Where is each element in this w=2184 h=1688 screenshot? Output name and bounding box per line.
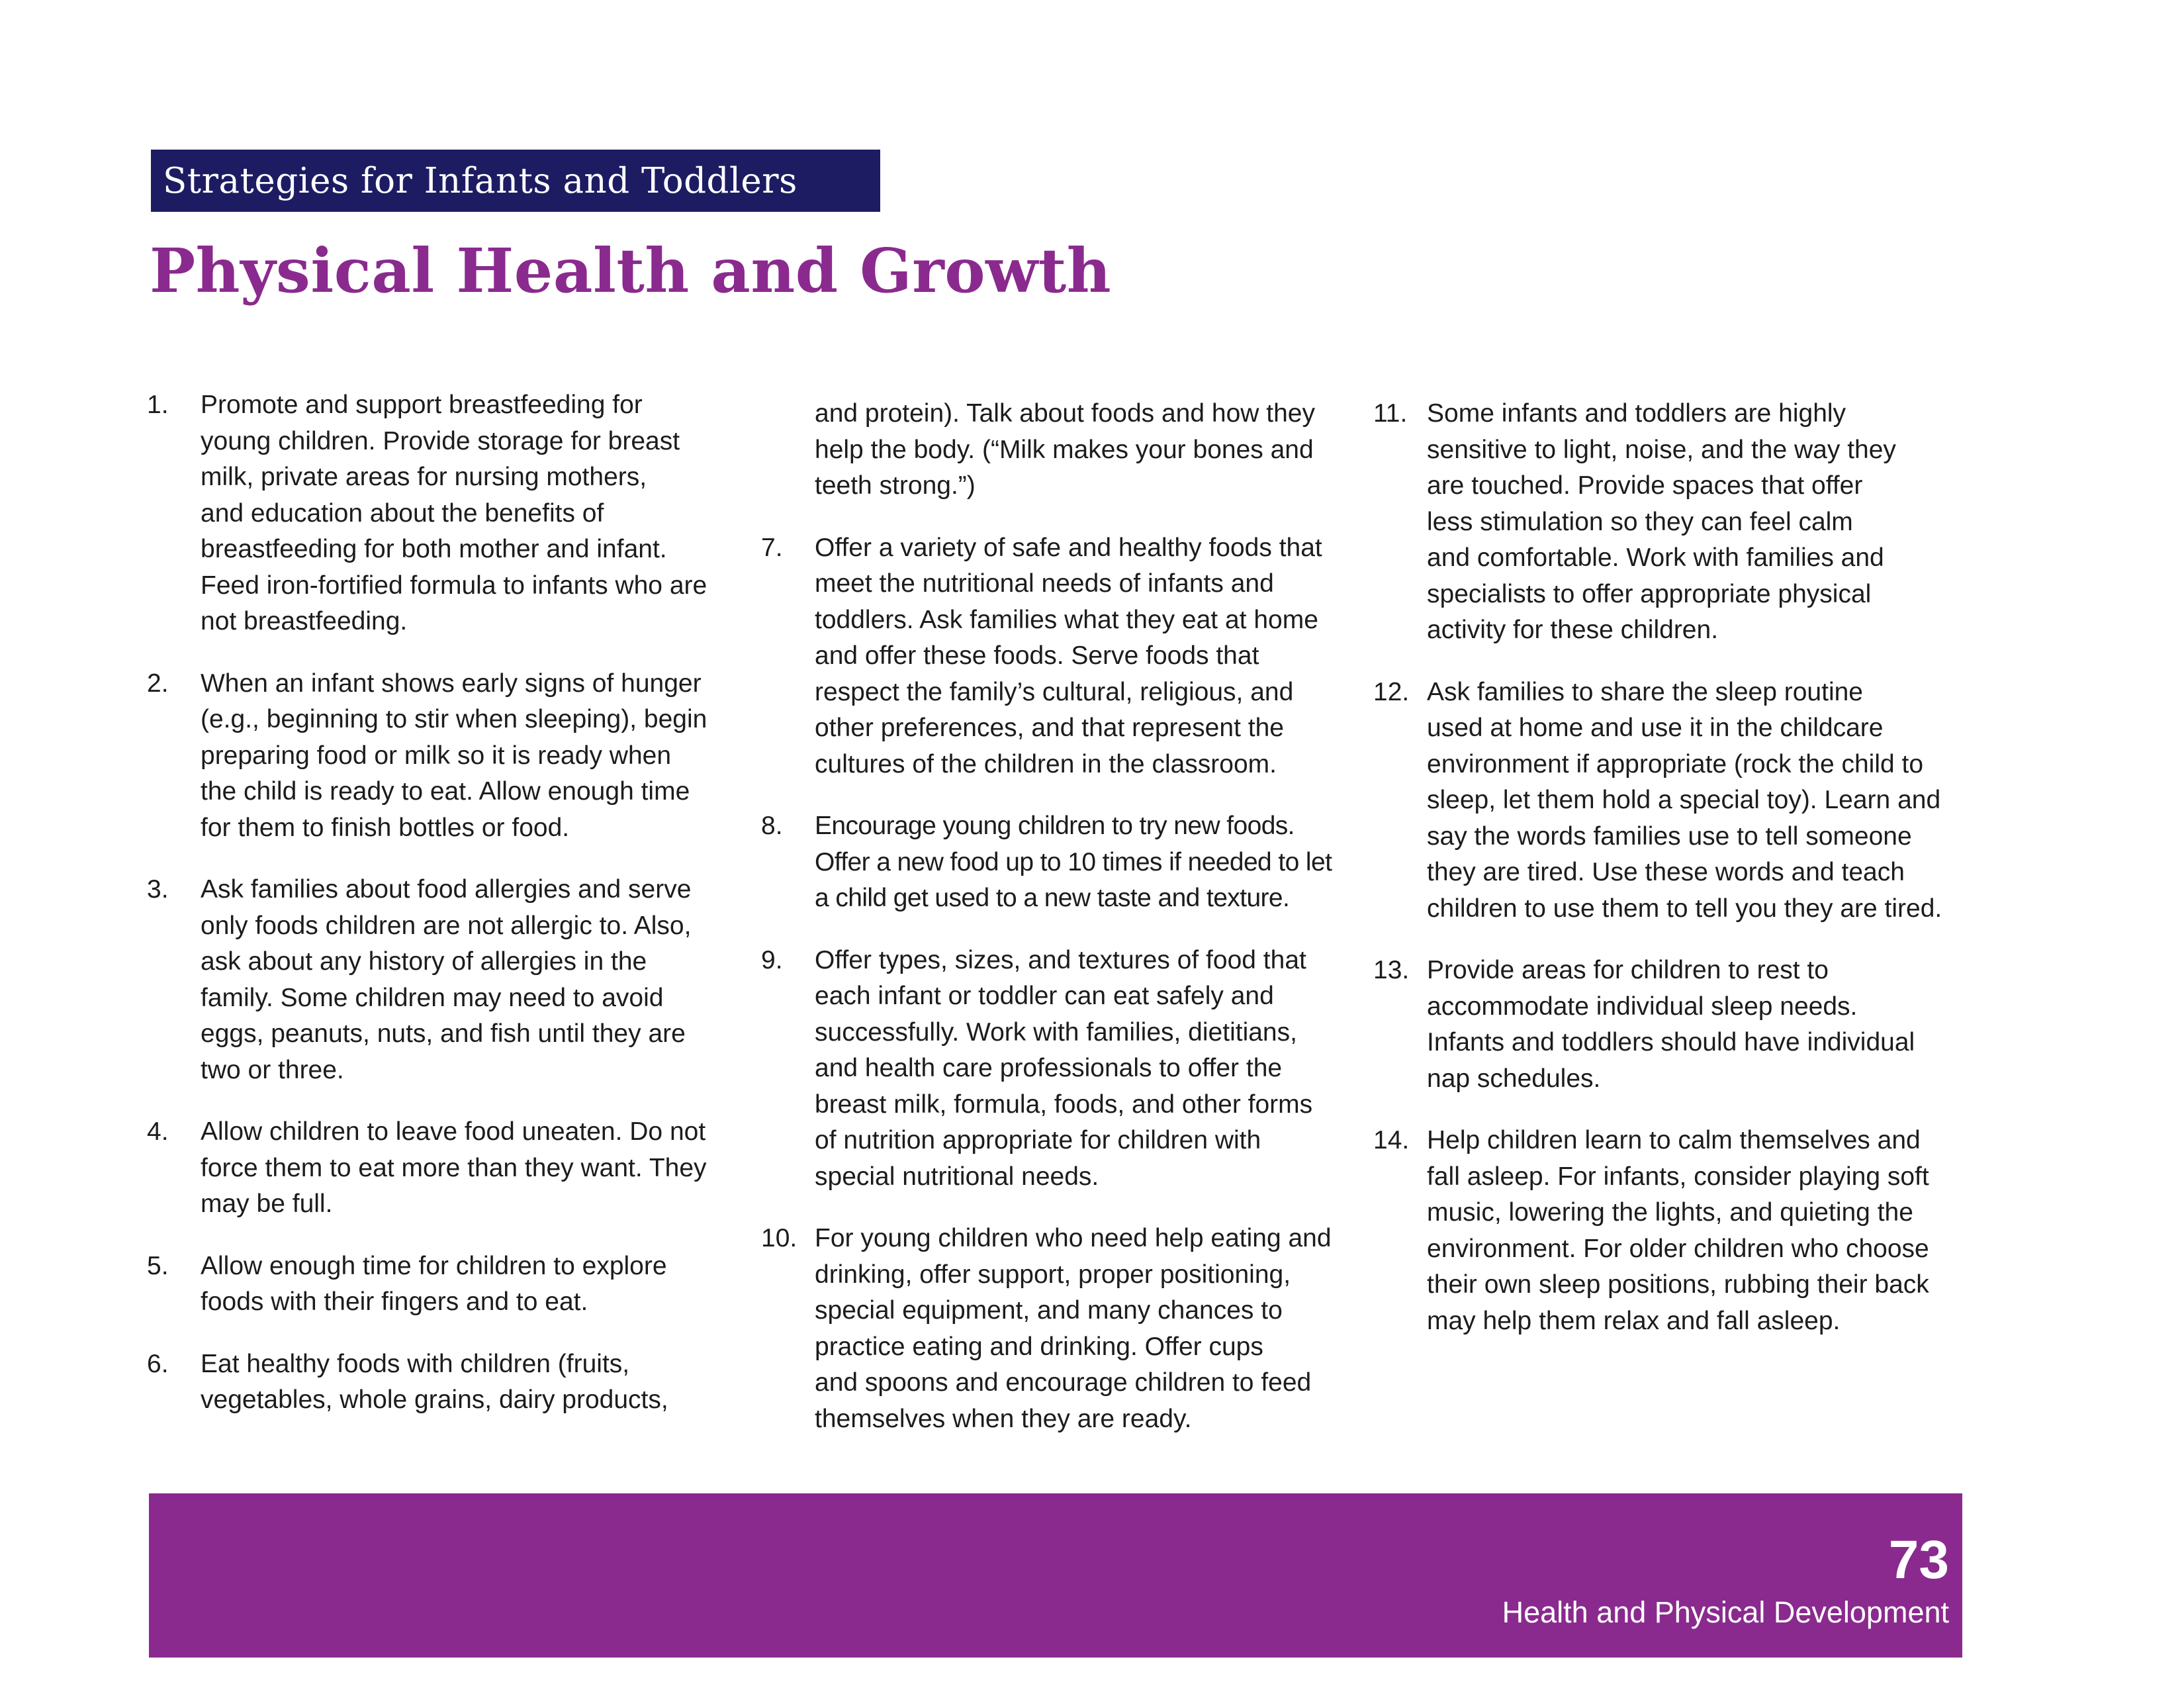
item-text: Offer a variety of safe and healthy food…: [815, 533, 1322, 778]
page-number: 73: [1888, 1530, 1949, 1590]
item-text: Ask families about food allergies and se…: [201, 875, 692, 1084]
item-text: Offer types, sizes, and textures of food…: [815, 945, 1313, 1191]
item-text: For young children who need help eating …: [815, 1224, 1332, 1433]
list-item: 9. Offer types, sizes, and textures of f…: [761, 943, 1343, 1196]
list-item: 3. Ask families about food allergies and…: [147, 872, 729, 1088]
item-number: 5.: [147, 1251, 169, 1280]
column-2: and protein). Talk about foods and how t…: [761, 396, 1343, 1463]
column-1: 1. Promote and support breastfeeding for…: [147, 387, 729, 1444]
list-item: 13. Provide areas for children to rest t…: [1373, 953, 1962, 1097]
item-text: Promote and support breastfeeding for yo…: [201, 391, 707, 635]
footer-band: 73 Health and Physical Development: [149, 1493, 1962, 1658]
item-number: 10.: [761, 1224, 797, 1252]
section-banner-label: Strategies for Infants and Toddlers: [163, 160, 797, 201]
list-item: 6. Eat healthy foods with children (frui…: [147, 1346, 729, 1419]
list-item: 10. For young children who need help eat…: [761, 1221, 1343, 1437]
item-number: 1.: [147, 391, 169, 419]
item-number: 7.: [761, 533, 783, 562]
list-item: 5. Allow enough time for children to exp…: [147, 1248, 729, 1321]
list-item: 1. Promote and support breastfeeding for…: [147, 387, 729, 640]
item-number: 8.: [761, 812, 783, 840]
item-number: 11.: [1373, 399, 1408, 428]
item-text: Encourage young children to try new food…: [815, 812, 1332, 912]
item-number: 14.: [1373, 1126, 1410, 1154]
item-number: 2.: [147, 669, 169, 698]
item-text: Some infants and toddlers are highly sen…: [1427, 399, 1896, 644]
list-item: 11. Some infants and toddlers are highly…: [1373, 396, 1962, 649]
page-title: Physical Health and Growth: [150, 235, 1112, 306]
item-number: 12.: [1373, 677, 1410, 706]
list-item: 8. Encourage young children to try new f…: [761, 808, 1343, 917]
item-number: 13.: [1373, 956, 1410, 984]
section-banner: Strategies for Infants and Toddlers: [151, 150, 880, 212]
list-item: 2. When an infant shows early signs of h…: [147, 666, 729, 847]
item-text: Allow children to leave food uneaten. Do…: [201, 1117, 707, 1218]
item-text: Provide areas for children to rest to ac…: [1427, 956, 1915, 1093]
list-item: 14. Help children learn to calm themselv…: [1373, 1123, 1962, 1339]
list-item: 12. Ask families to share the sleep rout…: [1373, 675, 1962, 927]
item-continuation: and protein). Talk about foods and how t…: [815, 399, 1315, 500]
item-text: Eat healthy foods with children (fruits,…: [201, 1349, 668, 1415]
column-3: 11. Some infants and toddlers are highly…: [1373, 396, 1962, 1365]
item-text: Ask families to share the sleep routine …: [1427, 677, 1942, 923]
item-number: 4.: [147, 1117, 169, 1146]
item-text: Allow enough time for children to explor…: [201, 1251, 667, 1317]
list-item: 7. Offer a variety of safe and healthy f…: [761, 530, 1343, 783]
item-number: 6.: [147, 1349, 169, 1378]
item-number: 3.: [147, 875, 169, 904]
item-text: Help children learn to calm themselves a…: [1427, 1126, 1929, 1335]
item-number: 9.: [761, 945, 783, 974]
list-item: 4. Allow children to leave food uneaten.…: [147, 1114, 729, 1223]
item-text: When an infant shows early signs of hung…: [201, 669, 707, 842]
footer-section-label: Health and Physical Development: [1502, 1595, 1949, 1629]
